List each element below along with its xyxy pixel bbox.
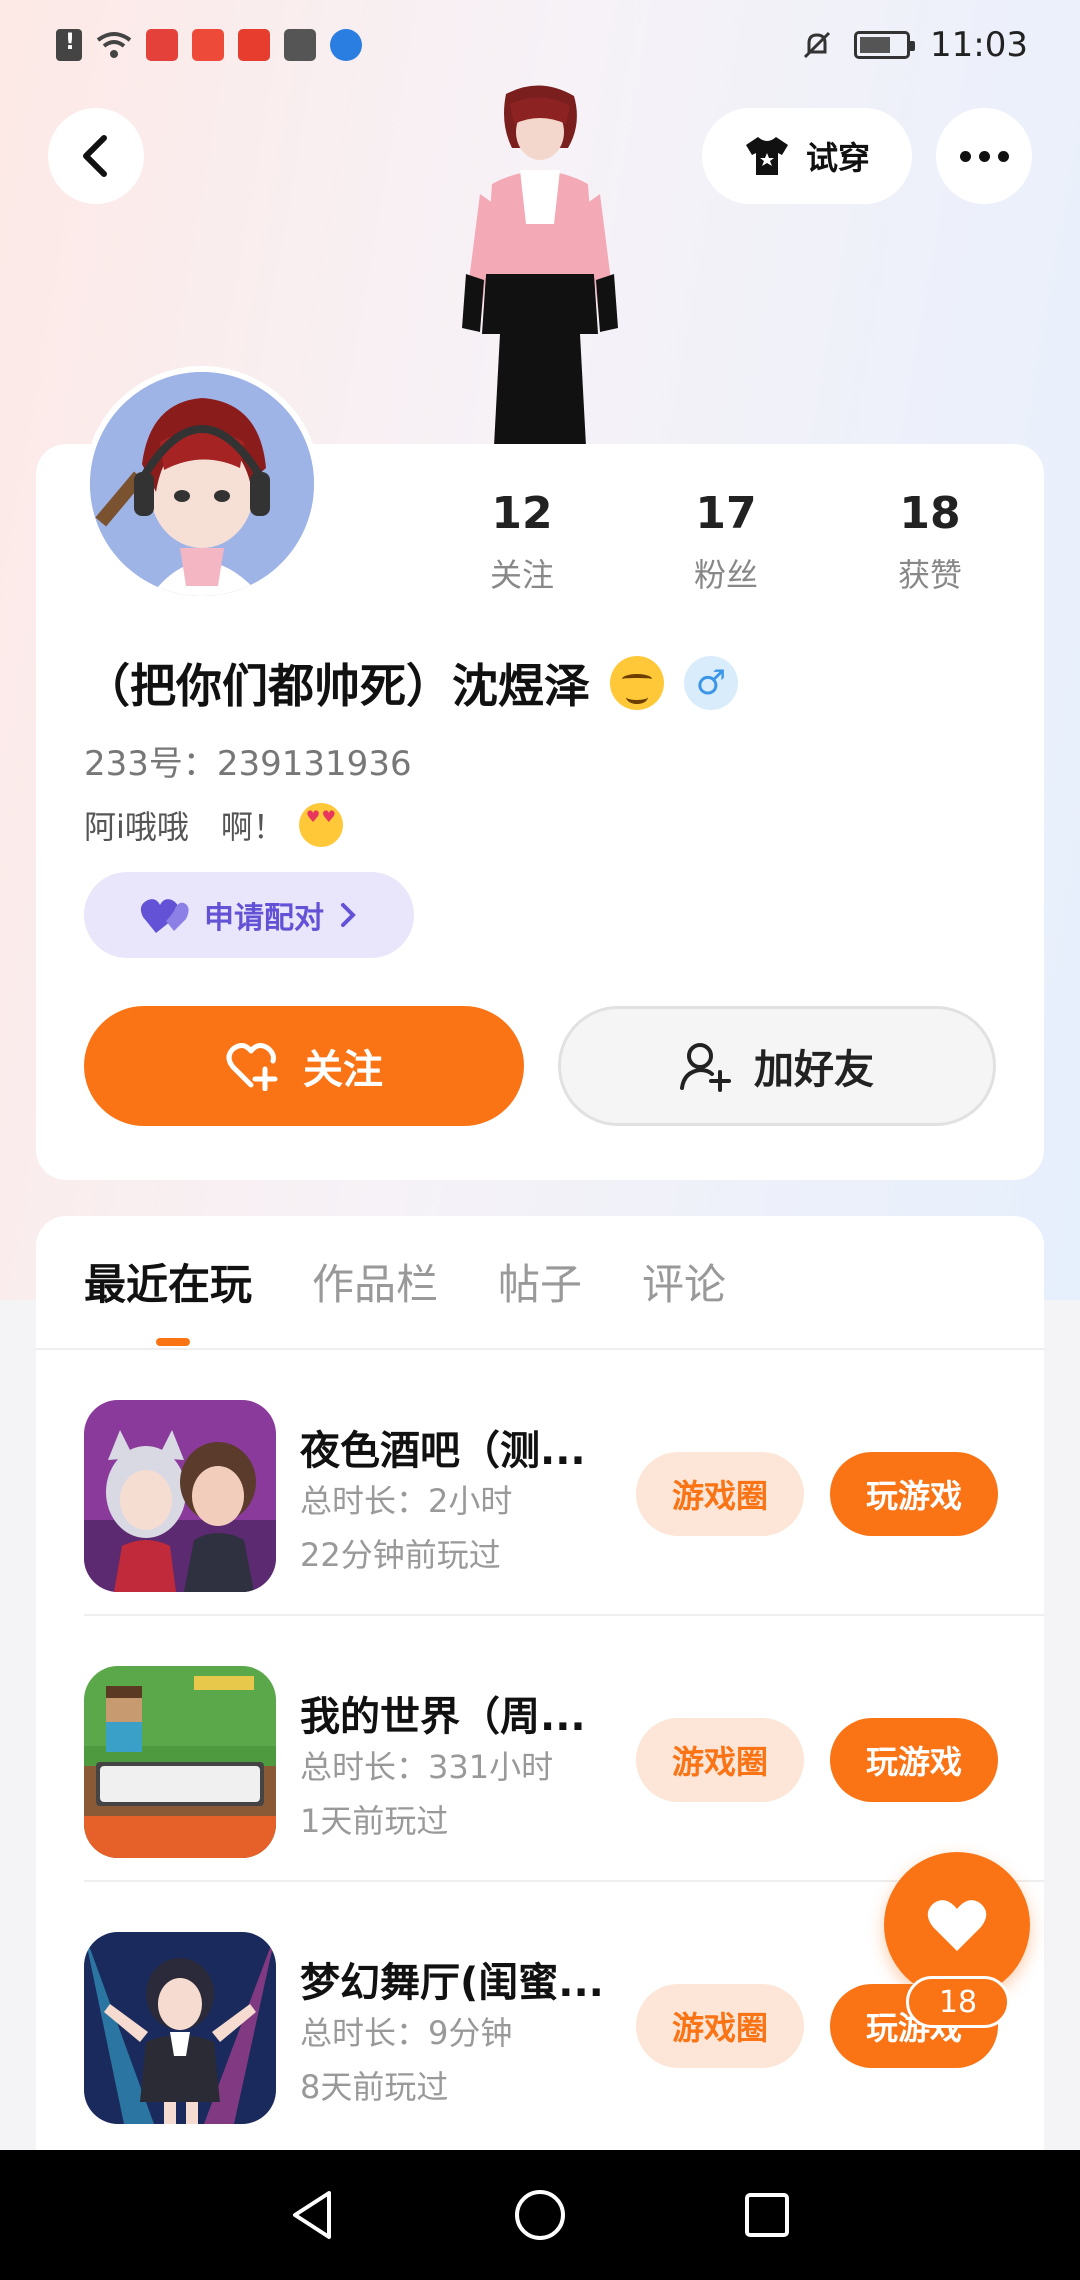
game-last-played: 1天前玩过 [300,1802,449,1840]
game-icon[interactable] [84,1400,276,1592]
stat-number: 18 [899,488,961,539]
tshirt-icon [745,137,788,175]
profile-tabs: 最近在玩 作品栏 帖子 评论 [84,1216,726,1346]
nav-home-icon[interactable] [512,2187,568,2243]
stat-likes[interactable]: 18 获赞 [828,486,1032,596]
nickname-text: （把你们都帅死）沈煜泽 [84,659,590,713]
browser-app-icon [330,29,362,61]
night-bar-game-image [84,1400,276,1592]
avatar[interactable] [84,366,320,602]
game-duration: 总时长：9分钟 [300,2014,513,2052]
sim-alert-icon [56,29,82,61]
follow-label: 关注 [303,1047,383,1093]
heart-eyes-emoji-icon [298,803,343,847]
character-avatar-figure [462,85,618,446]
play-game-button[interactable]: 玩游戏 [830,1452,998,1536]
profile-stats: 12 关注 17 粉丝 18 获赞 [420,486,1032,596]
more-dot-icon [978,150,990,162]
stat-label: 关注 [489,556,554,594]
game-icon[interactable] [84,1932,276,2124]
status-bar: 11:03 [0,0,1080,90]
stat-followers[interactable]: 17 粉丝 [624,486,828,596]
add-user-icon [680,1043,731,1092]
wifi-icon [96,32,132,58]
play-game-button[interactable]: 玩游戏 [830,1718,998,1802]
listen-app-icon [238,29,270,61]
chevron-left-icon [83,135,107,177]
minecraft-game-image [84,1666,276,1858]
game-row[interactable]: 夜色酒吧（测... 总时长：2小时 22分钟前玩过 游戏圈 玩游戏 [84,1350,1044,1616]
game-duration: 总时长：2小时 [300,1482,513,1520]
request-pair-button[interactable]: 申请配对 [84,872,414,958]
like-count-badge: 18 [906,1976,1010,2028]
follow-button[interactable]: 关注 [84,1006,524,1126]
request-pair-label: 申请配对 [204,901,324,936]
huawei-app-icon [192,29,224,61]
mail-app-icon [284,29,316,61]
profile-nickname: （把你们都帅死）沈煜泽 ♂ [84,650,738,716]
system-nav-bar [0,2150,1080,2280]
smirk-emoji-icon [610,656,664,710]
tab-active-indicator [156,1338,190,1346]
game-row[interactable]: 我的世界（周... 总时长：331小时 1天前玩过 游戏圈 玩游戏 [84,1616,1044,1882]
tab-comments[interactable]: 评论 [642,1251,726,1312]
bell-muted-icon [803,31,831,59]
more-options-button[interactable] [936,108,1032,204]
game-last-played: 8天前玩过 [300,2068,449,2106]
tab-works[interactable]: 作品栏 [312,1251,438,1312]
user-id: 233号：239131936 [84,744,412,784]
game-title: 梦幻舞厅(闺蜜... [300,1960,604,2006]
double-heart-icon [140,899,189,933]
nav-recents-icon[interactable] [739,2187,795,2243]
game-last-played: 22分钟前玩过 [300,1536,501,1574]
add-friend-label: 加好友 [754,1047,874,1093]
more-dot-icon [997,150,1009,162]
book-app-icon [146,29,178,61]
stat-number: 17 [695,488,757,539]
stat-number: 12 [491,488,553,539]
game-duration: 总时长：331小时 [300,1748,554,1786]
more-dot-icon [959,150,971,162]
heart-icon [927,1900,987,1951]
avatar-image [90,372,314,596]
status-time: 11:03 [930,25,1028,65]
stat-following[interactable]: 12 关注 [420,486,624,596]
back-button[interactable] [48,108,144,204]
tab-posts[interactable]: 帖子 [498,1251,582,1312]
content-card: 最近在玩 作品栏 帖子 评论 夜色酒吧（测... 总时长：2小时 22分钟前玩过… [36,1216,1044,2156]
bio-text: 阿i哦哦 啊！ [84,808,285,846]
nav-back-icon[interactable] [285,2187,341,2243]
battery-icon [854,31,916,59]
profile-bio: 阿i哦哦 啊！ [84,802,343,848]
male-gender-icon: ♂ [684,656,738,710]
try-on-label: 试穿 [805,139,870,177]
game-title: 我的世界（周... [300,1694,586,1740]
status-icons-left [56,29,362,61]
dance-hall-game-image [84,1932,276,2124]
game-circle-button[interactable]: 游戏圈 [636,1984,804,2068]
game-circle-button[interactable]: 游戏圈 [636,1718,804,1802]
stat-label: 粉丝 [693,556,758,594]
chevron-right-icon [341,903,356,927]
game-icon[interactable] [84,1666,276,1858]
status-icons-right: 11:03 [800,25,1028,65]
heart-plus-icon [226,1043,278,1091]
tab-recently-played[interactable]: 最近在玩 [84,1251,252,1312]
game-circle-button[interactable]: 游戏圈 [636,1452,804,1536]
try-on-button[interactable]: 试穿 [702,108,912,204]
stat-label: 获赞 [897,556,962,594]
add-friend-button[interactable]: 加好友 [558,1006,996,1126]
game-title: 夜色酒吧（测... [300,1428,586,1474]
